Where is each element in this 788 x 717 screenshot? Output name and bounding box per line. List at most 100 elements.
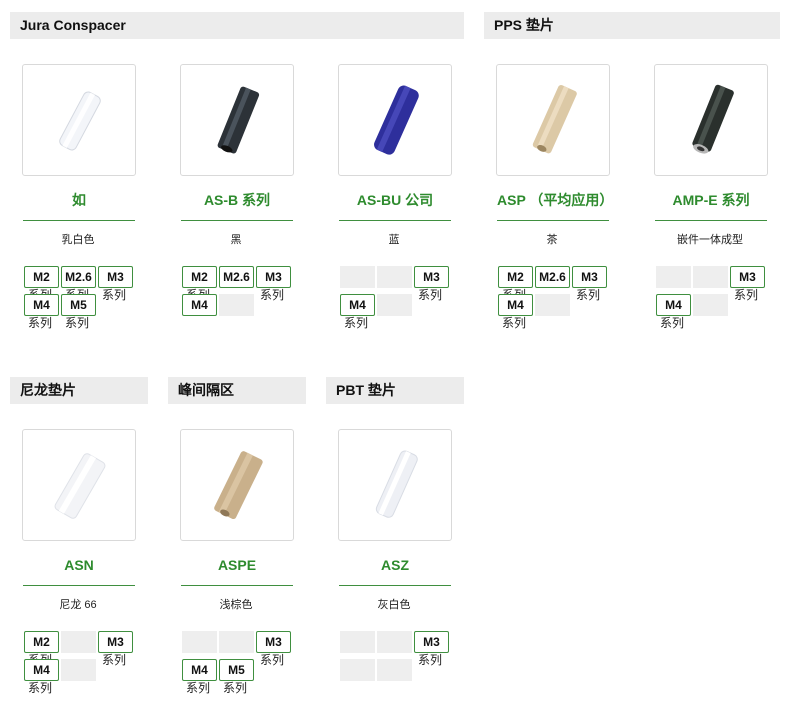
product-title-link[interactable]: ASP （平均应用）: [497, 180, 613, 221]
size-tag-m2-6[interactable]: M2.6: [219, 266, 254, 288]
product-title-link[interactable]: AMP-E 系列: [655, 180, 767, 221]
empty-tag-slot: [61, 631, 96, 653]
size-tag-m2-6[interactable]: M2.6: [535, 266, 570, 288]
product-title-link[interactable]: ASZ: [339, 545, 451, 586]
size-tag-m2[interactable]: M2: [182, 266, 217, 288]
size-tag-m5[interactable]: M5: [219, 659, 254, 681]
product-title-link[interactable]: 如: [23, 180, 135, 221]
series-label: 系列: [576, 288, 601, 302]
product-card: AS-BU 公司 蓝 M3 系列 M4 系列: [338, 64, 454, 336]
series-label: 系列: [102, 288, 127, 302]
product-color-text: 嵌件一体成型: [677, 234, 743, 246]
size-tag-m3[interactable]: M3: [256, 266, 291, 288]
size-tag-m4[interactable]: M4: [182, 294, 217, 316]
series-label: 系列: [65, 316, 90, 330]
empty-tag-slot: [377, 266, 412, 288]
size-tags: M2 M2.6 M3 系列 系列 M4: [180, 266, 296, 336]
product-image[interactable]: [338, 64, 452, 176]
series-label: 系列: [734, 288, 759, 302]
product-image[interactable]: [338, 429, 452, 541]
product-color-text: 尼龙 66: [59, 599, 97, 611]
series-label: 系列: [344, 316, 369, 330]
product-card: AS-B 系列 黑 M2 M2.6 M3 系列 系列 M4: [180, 64, 296, 336]
section-title: Jura Conspacer: [20, 17, 126, 33]
section-header-peak: 峰间隔区: [168, 377, 306, 404]
empty-tag-slot: [61, 659, 96, 681]
empty-tag-slot: [693, 266, 728, 288]
empty-tag-slot: [340, 631, 375, 653]
product-card: AMP-E 系列 嵌件一体成型 M3 系列 M4 系列: [654, 64, 770, 336]
product-color-text: 浅棕色: [219, 599, 253, 611]
product-title-link[interactable]: ASN: [23, 545, 135, 586]
size-tags: M3 系列 M4 系列: [338, 266, 454, 336]
empty-tag-slot: [377, 294, 412, 316]
section-title: 峰间隔区: [178, 382, 234, 398]
size-tag-m2[interactable]: M2: [24, 631, 59, 653]
section-header-jura: Jura Conspacer: [10, 12, 464, 39]
size-tag-m3[interactable]: M3: [572, 266, 607, 288]
series-label: 系列: [223, 681, 248, 695]
product-image[interactable]: [22, 64, 136, 176]
empty-tag-slot: [182, 631, 217, 653]
section-title: PPS 垫片: [494, 17, 554, 33]
section-header-nylon: 尼龙垫片: [10, 377, 148, 404]
size-tag-m3[interactable]: M3: [414, 631, 449, 653]
series-label: 系列: [502, 316, 527, 330]
series-label: 系列: [418, 288, 443, 302]
series-label: 系列: [260, 653, 285, 667]
empty-tag-slot: [340, 266, 375, 288]
size-tag-m3[interactable]: M3: [98, 631, 133, 653]
size-tag-m2-6[interactable]: M2.6: [61, 266, 96, 288]
product-card: ASP （平均应用） 茶 M2 M2.6 M3 系列 系列 M4 系列: [496, 64, 613, 336]
section-header-pbt: PBT 垫片: [326, 377, 464, 404]
size-tags: M2 M2.6 M3 系列 系列 系列 M4 M5 系列 系列: [22, 266, 138, 336]
product-card: ASZ 灰白色 M3 系列: [338, 429, 454, 701]
size-tag-m3[interactable]: M3: [98, 266, 133, 288]
section-title: PBT 垫片: [336, 382, 396, 398]
series-label: 系列: [186, 681, 211, 695]
size-tags: M2 M3 系列 系列 M4 系列: [22, 631, 138, 701]
empty-tag-slot: [377, 631, 412, 653]
size-tag-m3[interactable]: M3: [414, 266, 449, 288]
product-image[interactable]: [22, 429, 136, 541]
series-label: 系列: [260, 288, 285, 302]
product-card: ASN 尼龙 66 M2 M3 系列 系列 M4 系列: [22, 429, 138, 701]
size-tags: M3 系列 M4 M5 系列 系列: [180, 631, 296, 701]
size-tag-m2[interactable]: M2: [498, 266, 533, 288]
empty-tag-slot: [377, 659, 412, 681]
series-label: 系列: [28, 316, 53, 330]
size-tags: M2 M2.6 M3 系列 系列 M4 系列: [496, 266, 612, 336]
product-color-text: 茶: [546, 234, 558, 246]
size-tags: M3 系列: [338, 631, 454, 701]
section-title: 尼龙垫片: [20, 382, 76, 398]
empty-tag-slot: [219, 294, 254, 316]
size-tag-m4[interactable]: M4: [24, 294, 59, 316]
product-image[interactable]: [496, 64, 610, 176]
empty-tag-slot: [693, 294, 728, 316]
product-image[interactable]: [180, 64, 294, 176]
product-color-text: 乳白色: [61, 234, 95, 246]
product-color-text: 灰白色: [377, 599, 411, 611]
size-tag-m4[interactable]: M4: [498, 294, 533, 316]
size-tag-m4[interactable]: M4: [182, 659, 217, 681]
product-title-link[interactable]: ASPE: [181, 545, 293, 586]
series-label: 系列: [660, 316, 685, 330]
empty-tag-slot: [219, 631, 254, 653]
product-image[interactable]: [180, 429, 294, 541]
product-card: 如 乳白色 M2 M2.6 M3 系列 系列 系列 M4 M5 系列 系列: [22, 64, 138, 336]
product-title-link[interactable]: AS-B 系列: [181, 180, 293, 221]
empty-tag-slot: [656, 266, 691, 288]
size-tag-m5[interactable]: M5: [61, 294, 96, 316]
size-tag-m4[interactable]: M4: [24, 659, 59, 681]
size-tag-m4[interactable]: M4: [656, 294, 691, 316]
product-title-link[interactable]: AS-BU 公司: [339, 180, 451, 221]
size-tag-m2[interactable]: M2: [24, 266, 59, 288]
section-header-pps: PPS 垫片: [484, 12, 780, 39]
size-tag-m3[interactable]: M3: [730, 266, 765, 288]
product-image[interactable]: [654, 64, 768, 176]
size-tag-m3[interactable]: M3: [256, 631, 291, 653]
product-color-text: 蓝: [388, 234, 400, 246]
product-color-text: 黑: [230, 234, 242, 246]
size-tag-m4[interactable]: M4: [340, 294, 375, 316]
series-label: 系列: [28, 681, 53, 695]
